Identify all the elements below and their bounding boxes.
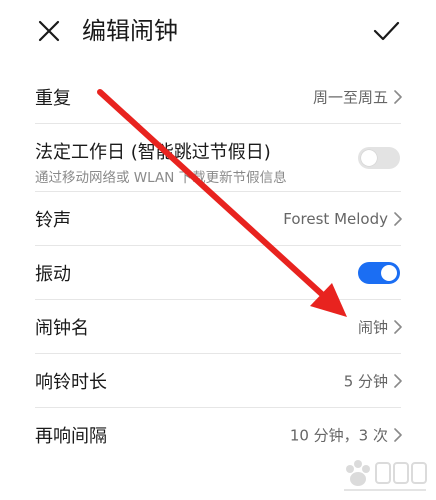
toggle-knob (381, 265, 397, 281)
confirm-button[interactable] (368, 14, 404, 48)
alarm-name-row[interactable]: 闹钟名 闹钟 (0, 300, 436, 354)
legal-workday-label: 法定工作日 (智能跳过节假日) (35, 142, 271, 163)
legal-workday-row: 法定工作日 (智能跳过节假日) 通过移动网络或 WLAN 下载更新节假信息 (0, 124, 436, 192)
close-button[interactable] (32, 14, 66, 48)
ring-duration-row[interactable]: 响铃时长 5 分钟 (0, 354, 436, 408)
ringtone-label: 铃声 (35, 210, 71, 231)
ring-duration-value: 5 分钟 (343, 372, 388, 391)
snooze-interval-row[interactable]: 再响间隔 10 分钟，3 次 (0, 408, 436, 462)
close-icon (38, 20, 60, 42)
repeat-row[interactable]: 重复 周一至周五 (0, 70, 436, 124)
vibrate-row: 振动 (0, 246, 436, 300)
legal-workday-toggle[interactable] (358, 147, 400, 169)
chevron-right-icon (393, 374, 403, 388)
app-header: 编辑闹钟 (0, 0, 436, 64)
alarm-name-value: 闹钟 (357, 318, 388, 337)
check-icon (373, 21, 400, 41)
chevron-right-icon (393, 320, 403, 334)
repeat-value: 周一至周五 (312, 88, 388, 107)
repeat-label: 重复 (35, 88, 71, 109)
snooze-interval-value: 10 分钟，3 次 (289, 426, 388, 445)
vibrate-toggle[interactable] (358, 262, 400, 284)
snooze-interval-label: 再响间隔 (35, 426, 107, 447)
chevron-right-icon (393, 212, 403, 226)
vibrate-label: 振动 (35, 264, 71, 285)
chevron-right-icon (393, 90, 403, 104)
chevron-right-icon (393, 428, 403, 442)
ringtone-value: Forest Melody (283, 210, 388, 228)
legal-workday-sublabel: 通过移动网络或 WLAN 下载更新节假信息 (35, 170, 287, 186)
watermark-logo (338, 455, 432, 495)
ringtone-row[interactable]: 铃声 Forest Melody (0, 192, 436, 246)
toggle-knob (361, 150, 377, 166)
settings-list: 重复 周一至周五 法定工作日 (智能跳过节假日) 通过移动网络或 WLAN 下载… (0, 70, 436, 462)
ring-duration-label: 响铃时长 (35, 372, 107, 393)
page-title: 编辑闹钟 (82, 17, 178, 45)
alarm-name-label: 闹钟名 (35, 318, 89, 339)
